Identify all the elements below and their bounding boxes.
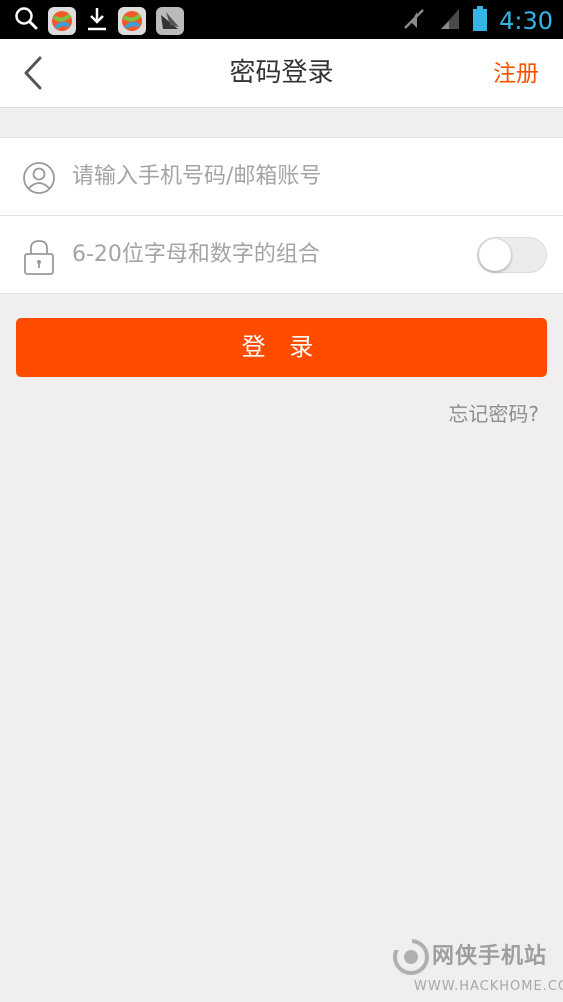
password-input[interactable] — [72, 234, 452, 274]
account-row — [0, 138, 563, 215]
watermark-logo-icon — [392, 938, 429, 975]
page-title: 密码登录 — [229, 58, 334, 88]
header: 密码登录 注册 — [0, 39, 563, 108]
status-time: 4:30 — [499, 7, 553, 35]
image-icon — [156, 7, 184, 35]
register-link[interactable]: 注册 — [493, 59, 539, 89]
show-password-toggle[interactable] — [477, 237, 547, 273]
status-bar-left — [14, 6, 184, 36]
status-bar-right: 4:30 — [401, 6, 553, 36]
status-bar: 4:30 — [0, 0, 563, 39]
login-button[interactable]: 登 录 — [16, 318, 547, 377]
silent-icon — [401, 6, 427, 36]
forgot-password-link[interactable]: 忘记密码? — [448, 400, 539, 428]
toggle-knob — [479, 239, 511, 271]
watermark-url: WWW.HACKHOME.COM — [414, 979, 563, 994]
signal-icon — [439, 7, 461, 35]
search-icon — [14, 6, 38, 36]
watermark-title: 网侠手机站 — [432, 944, 548, 969]
account-input[interactable] — [72, 156, 452, 196]
app-icon — [118, 7, 146, 35]
watermark: 网侠手机站 WWW.HACKHOME.COM — [392, 938, 563, 998]
app-icon — [48, 7, 76, 35]
battery-icon — [473, 6, 488, 36]
login-form — [0, 137, 563, 294]
password-row — [0, 215, 563, 293]
user-icon — [22, 160, 56, 196]
download-icon — [86, 6, 108, 36]
lock-icon — [22, 238, 56, 275]
